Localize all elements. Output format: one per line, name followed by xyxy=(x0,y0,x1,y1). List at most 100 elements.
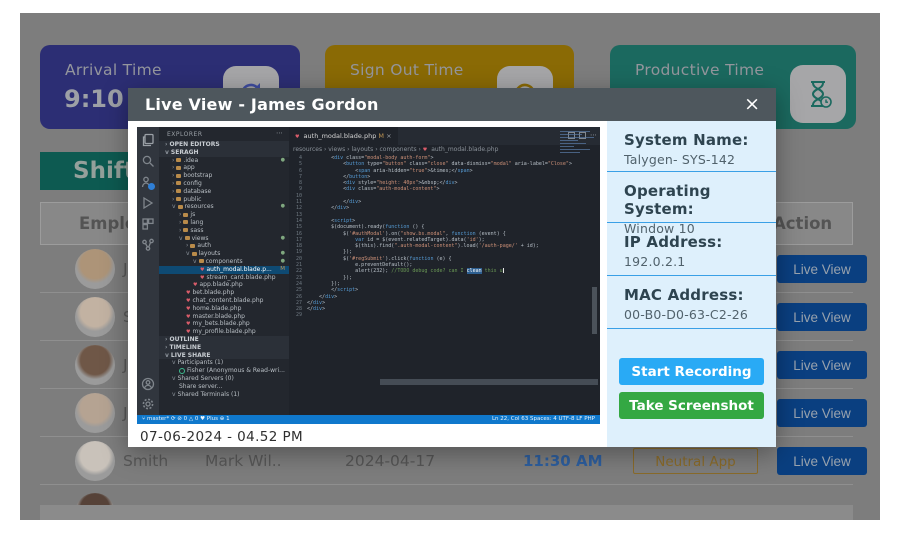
sidebar-section-live-share[interactable]: v LIVE SHARE xyxy=(159,351,289,360)
avatar xyxy=(75,393,115,433)
explorer-title: EXPLORER xyxy=(167,131,203,138)
tree-item[interactable]: › app xyxy=(159,164,289,172)
explorer-more-icon: ⋯ xyxy=(276,129,283,137)
info-label: Operating System: xyxy=(624,182,711,218)
tree-item[interactable]: v resources ● xyxy=(159,203,289,211)
scm-badge xyxy=(148,183,155,190)
tree-item[interactable]: › auth xyxy=(159,242,289,250)
minimap xyxy=(558,129,598,163)
minimap-line xyxy=(560,142,586,144)
avatar xyxy=(75,345,115,385)
live-share-icon[interactable] xyxy=(141,238,155,252)
info-value: Talygen- SYS-142 xyxy=(624,152,736,167)
live-view-button[interactable]: Live View xyxy=(777,447,867,475)
tab-auth-modal: ♥ auth_modal.blade.php M × xyxy=(289,127,398,145)
avatar xyxy=(75,249,115,289)
info-value: 00-B0-D0-63-C2-26 xyxy=(624,307,749,322)
card-label: Productive Time xyxy=(635,61,765,79)
extensions-icon[interactable] xyxy=(141,217,155,231)
info-label: MAC Address: xyxy=(624,286,744,304)
tree-item[interactable]: ♥ app.blade.php xyxy=(159,281,289,289)
tree-item[interactable]: v Shared Terminals (1) xyxy=(159,391,289,399)
info-block: System Name: Talygen- SYS-142 xyxy=(607,121,776,172)
tree-item[interactable]: ♥ my_bets.blade.php xyxy=(159,320,289,328)
tree-item[interactable]: ♥ master.blade.php xyxy=(159,313,289,321)
tree-item[interactable]: › lang xyxy=(159,219,289,227)
tree-item[interactable]: v views ● xyxy=(159,235,289,243)
close-icon[interactable]: × xyxy=(744,88,760,121)
card-label: Sign Out Time xyxy=(350,61,464,79)
tree-item[interactable]: ♥ auth_modal.blade.p... M xyxy=(159,265,289,274)
tree-item[interactable]: ♥ stream_card.blade.php xyxy=(159,274,289,282)
settings-gear-icon[interactable] xyxy=(141,397,155,411)
tree-item[interactable]: › .idea ● xyxy=(159,157,289,165)
tree-item[interactable]: v Participants (1) xyxy=(159,359,289,367)
avatar xyxy=(75,297,115,337)
modal-title: Live View - James Gordon xyxy=(145,95,379,114)
search-icon[interactable] xyxy=(141,154,155,168)
live-view-button[interactable]: Live View xyxy=(777,399,867,427)
sidebar-section-seragh[interactable]: v SERAGH xyxy=(159,148,289,157)
table-footer-strip xyxy=(40,505,853,520)
tree-item[interactable]: ♥ bet.blade.php xyxy=(159,289,289,297)
tree-item[interactable]: › js xyxy=(159,211,289,219)
start-recording-button[interactable]: Start Recording xyxy=(619,358,764,385)
tree-item[interactable]: ♥ home.blade.php xyxy=(159,305,289,313)
sidebar-section-outline[interactable]: › OUTLINE xyxy=(159,335,289,344)
tree-item[interactable]: › sass xyxy=(159,227,289,235)
app-category-badge[interactable]: Neutral App xyxy=(633,448,758,474)
line-number: 29 xyxy=(295,312,302,319)
hourglass-clock-icon xyxy=(790,65,846,123)
vscode-status-bar: ⑂ master* ⟳ ⊘ 0 △ 0 ♥ Plus ⊕ 1 Ln 22, Co… xyxy=(137,415,600,424)
live-view-modal: Live View - James Gordon × EXPLORER ⋯ › O… xyxy=(128,88,776,447)
horizontal-scrollbar xyxy=(380,379,598,385)
code-line: 29 xyxy=(289,312,600,318)
info-block: Operating System: Window 10 xyxy=(607,172,776,236)
tree-item[interactable]: v layouts ● xyxy=(159,250,289,258)
modal-header: Live View - James Gordon × xyxy=(128,88,776,121)
tree-item[interactable]: › config xyxy=(159,180,289,188)
live-view-button[interactable]: Live View xyxy=(777,351,867,379)
status-bar-left: ⑂ master* ⟳ ⊘ 0 △ 0 ♥ Plus ⊕ 1 xyxy=(142,416,230,422)
files-icon[interactable] xyxy=(141,133,155,147)
system-info-panel: System Name: Talygen- SYS-142 Operating Sy… xyxy=(607,121,776,447)
live-view-button[interactable]: Live View xyxy=(777,255,867,283)
sidebar-section-timeline[interactable]: › TIMELINE xyxy=(159,343,289,352)
remote-screen-view: EXPLORER ⋯ › OPEN EDITORS v SERAGH › .idea ● › a… xyxy=(137,127,600,424)
info-label: System Name: xyxy=(624,131,749,149)
vertical-scrollbar xyxy=(592,287,597,334)
modal-body: EXPLORER ⋯ › OPEN EDITORS v SERAGH › .idea ● › a… xyxy=(128,121,776,447)
tree-item[interactable]: ♥ chat_content.blade.php xyxy=(159,297,289,305)
tree-item[interactable]: Share server... xyxy=(159,383,289,391)
vscode-explorer-sidebar: EXPLORER ⋯ › OPEN EDITORS v SERAGH › .idea ● › a… xyxy=(159,127,289,415)
minimap-line xyxy=(560,145,574,147)
tree-item[interactable]: v Shared Servers (0) xyxy=(159,375,289,383)
live-view-button[interactable]: Live View xyxy=(777,303,867,331)
tree-item[interactable]: ♥ my_profile.blade.php xyxy=(159,328,289,336)
tree-item[interactable]: › database xyxy=(159,188,289,196)
minimap-line xyxy=(560,139,578,141)
minimap-line xyxy=(560,151,580,153)
tree-item[interactable]: › bootstrap xyxy=(159,172,289,180)
breadcrumb: resources › views › layouts › components… xyxy=(293,146,499,153)
info-value: 192.0.2.1 xyxy=(624,254,686,269)
action-column-header: Action xyxy=(773,214,833,233)
avatar xyxy=(75,441,115,481)
take-screenshot-button[interactable]: Take Screenshot xyxy=(619,392,764,419)
tree-item[interactable]: Fisher (Anonymous & Read-wri... xyxy=(159,367,289,375)
account-icon[interactable] xyxy=(141,377,155,391)
vscode-tab-bar: ♥ auth_modal.blade.php M × ⋯ xyxy=(289,127,600,145)
tree-item[interactable]: › public xyxy=(159,196,289,204)
info-block: IP Address: 192.0.2.1 xyxy=(607,223,776,276)
sidebar-section-open-editors[interactable]: › OPEN EDITORS xyxy=(159,141,289,149)
code-area: 4 <div class="modal-body auth-form"> 5 <b… xyxy=(289,155,600,407)
screenshot-timestamp: 07-06-2024 - 04.52 PM xyxy=(140,429,304,445)
minimap-line xyxy=(560,148,590,150)
minimap-line xyxy=(560,133,582,135)
vscode-activity-bar xyxy=(137,127,159,424)
card-label: Arrival Time xyxy=(65,61,162,79)
tree-item[interactable]: v components ● xyxy=(159,258,289,266)
vscode-editor: ♥ auth_modal.blade.php M × ⋯ resources ›… xyxy=(289,127,600,415)
run-debug-icon[interactable] xyxy=(141,196,155,210)
info-label: IP Address: xyxy=(624,233,723,251)
